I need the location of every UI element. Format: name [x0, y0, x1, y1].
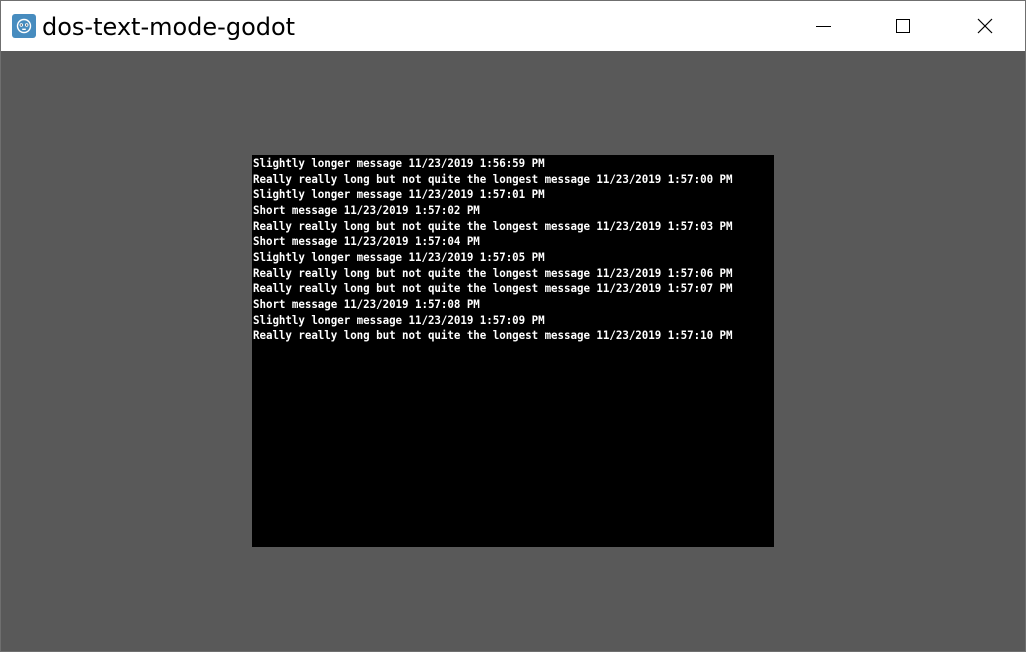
- maximize-icon: [896, 19, 910, 33]
- text-mode-screen: Slightly longer message 11/23/2019 1:56:…: [252, 155, 774, 547]
- console-line: Short message 11/23/2019 1:57:02 PM: [253, 203, 480, 217]
- title-bar[interactable]: dos-text-mode-godot: [1, 1, 1025, 51]
- minimize-icon: [816, 26, 831, 27]
- close-button[interactable]: [945, 1, 1025, 51]
- console-line: Slightly longer message 11/23/2019 1:57:…: [253, 250, 545, 264]
- game-viewport: Slightly longer message 11/23/2019 1:56:…: [1, 51, 1025, 651]
- window-title: dos-text-mode-godot: [42, 13, 296, 41]
- console-line: Really really long but not quite the lon…: [253, 172, 733, 186]
- console-line: Slightly longer message 11/23/2019 1:57:…: [253, 313, 545, 327]
- console-line: Really really long but not quite the lon…: [253, 266, 733, 280]
- maximize-button[interactable]: [863, 1, 943, 51]
- console-line: Really really long but not quite the lon…: [253, 328, 733, 342]
- console-line: Short message 11/23/2019 1:57:04 PM: [253, 234, 480, 248]
- close-icon: [977, 18, 993, 34]
- console-line: Slightly longer message 11/23/2019 1:57:…: [253, 187, 545, 201]
- minimize-button[interactable]: [783, 1, 863, 51]
- console-line: Really really long but not quite the lon…: [253, 219, 733, 233]
- console-line: Slightly longer message 11/23/2019 1:56:…: [253, 156, 545, 170]
- godot-icon: [12, 14, 36, 38]
- app-window: dos-text-mode-godot Slightly longer mess…: [0, 0, 1026, 652]
- console-line: Really really long but not quite the lon…: [253, 281, 733, 295]
- console-line: Short message 11/23/2019 1:57:08 PM: [253, 297, 480, 311]
